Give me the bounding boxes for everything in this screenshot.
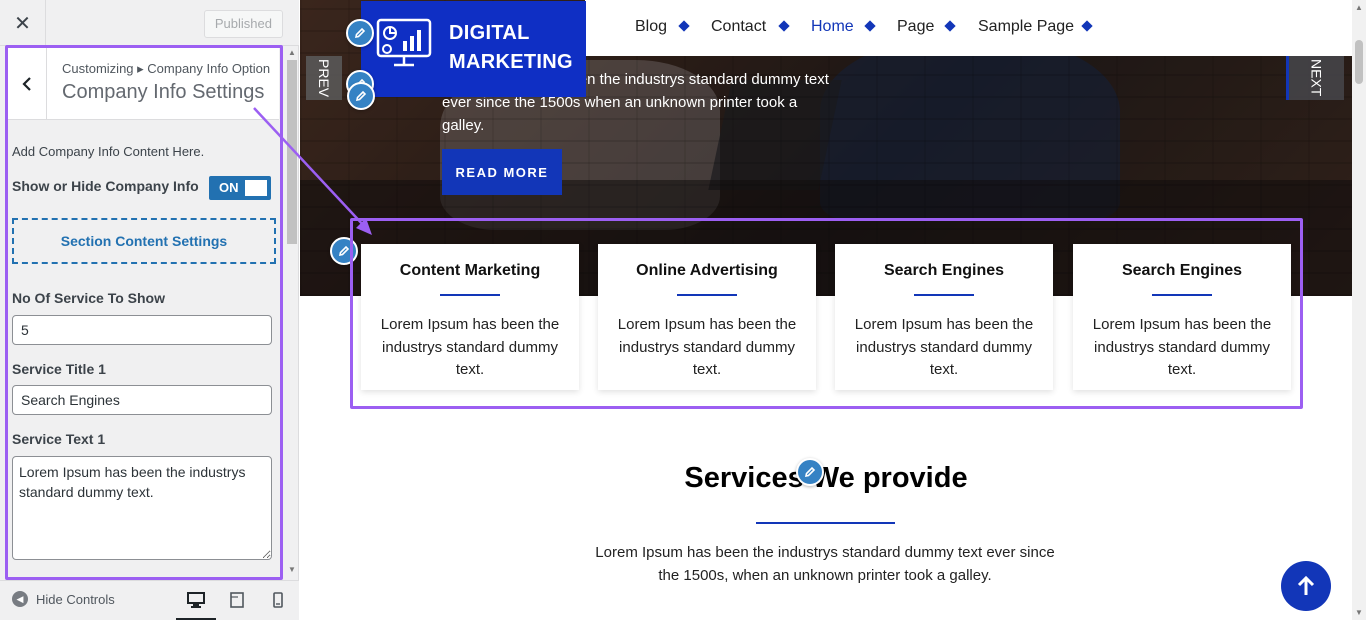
service-card-divider (914, 294, 974, 296)
services-divider (756, 522, 895, 524)
mobile-preview-button[interactable] (267, 589, 289, 611)
service-card-title: Search Engines (883, 262, 1005, 279)
logo-text: DIGITAL MARKETING (449, 19, 573, 77)
service-title-input[interactable] (12, 385, 272, 415)
back-to-top-button[interactable] (1281, 561, 1331, 611)
service-card-text: Lorem Ipsum has been the industrys stand… (617, 316, 797, 378)
preview-scrollbar[interactable]: ▲ ▼ (1352, 0, 1366, 620)
nav-separator-icon (944, 20, 956, 32)
site-preview: PREV NEXT Lorem Ipsum has been the indus… (300, 0, 1352, 620)
service-card-title: Content Marketing (399, 262, 541, 279)
nav-separator-icon (864, 20, 876, 32)
pencil-edit-icon (354, 27, 366, 39)
sidebar-scrollbar[interactable]: ▲ ▼ (286, 46, 298, 576)
logo-line-1: DIGITAL (449, 22, 530, 44)
sidebar-footer: ◀ Hide Controls (0, 580, 299, 620)
nav-item-sample-page[interactable]: Sample Page (978, 18, 1074, 36)
section-content-settings-button[interactable]: Section Content Settings (12, 218, 276, 264)
main-navigation: Blog Contact Home Page Sample Page (585, 0, 1352, 56)
nav-item-contact[interactable]: Contact (711, 18, 766, 36)
back-chevron-icon (21, 77, 31, 91)
logo-chart-icon (376, 18, 432, 67)
pencil-edit-icon (338, 245, 350, 257)
nav-separator-icon (678, 20, 690, 32)
service-card: Content Marketing Lorem Ipsum has been t… (361, 244, 579, 390)
arrow-up-icon (1297, 575, 1315, 595)
service-card-title: Online Advertising (636, 262, 778, 279)
desktop-preview-button[interactable] (185, 589, 207, 611)
mobile-icon (273, 592, 283, 608)
customizer-sidebar: ✕ Published Customizing ▸ Company Info O… (0, 0, 299, 620)
sidebar-header: ✕ Published (0, 0, 299, 46)
site-logo[interactable]: DIGITAL MARKETING (361, 1, 586, 97)
service-card: Online Advertising Lorem Ipsum has been … (598, 244, 816, 390)
service-title-label: Service Title 1 (12, 361, 106, 377)
scroll-down-arrow-icon[interactable]: ▼ (1355, 608, 1363, 617)
service-card: Search Engines Lorem Ipsum has been the … (835, 244, 1053, 390)
service-count-input[interactable] (12, 315, 272, 345)
hide-controls-icon: ◀ (12, 591, 28, 607)
published-button[interactable]: Published (203, 10, 283, 38)
nav-separator-icon (1081, 20, 1093, 32)
edit-slider-text-button[interactable] (347, 82, 375, 110)
pencil-edit-icon (804, 466, 816, 478)
service-card-title: Search Engines (1121, 262, 1243, 279)
close-icon: ✕ (14, 11, 31, 35)
desktop-icon (187, 592, 205, 608)
scroll-down-arrow-icon[interactable]: ▼ (288, 565, 296, 574)
preview-scroll-thumb[interactable] (1355, 40, 1363, 84)
nav-item-home[interactable]: Home (811, 18, 854, 36)
service-card-text: Lorem Ipsum has been the industrys stand… (380, 316, 560, 378)
close-customizer-button[interactable]: ✕ (0, 0, 46, 46)
scroll-up-arrow-icon[interactable]: ▲ (1355, 3, 1363, 12)
read-more-button[interactable]: READ MORE (442, 149, 562, 195)
logo-line-2: MARKETING (449, 51, 573, 73)
toggle-knob (245, 180, 267, 196)
show-company-info-toggle[interactable]: ON (209, 176, 271, 200)
edit-services-button[interactable] (796, 458, 824, 486)
nav-item-blog[interactable]: Blog (635, 18, 667, 36)
service-card-divider (1152, 294, 1212, 296)
breadcrumb: Customizing ▸ Company Info Option (62, 61, 271, 76)
service-card-text: Lorem Ipsum has been the industrys stand… (854, 316, 1034, 378)
panel-title: Company Info Settings (62, 81, 265, 103)
services-description: Lorem Ipsum has been the industrys stand… (595, 544, 1055, 584)
nav-item-page[interactable]: Page (897, 18, 934, 36)
service-card-divider (677, 294, 737, 296)
sidebar-scroll-thumb[interactable] (287, 60, 297, 244)
slider-prev-button[interactable]: PREV (306, 56, 342, 100)
pencil-edit-icon (355, 90, 367, 102)
service-card: Search Engines Lorem Ipsum has been the … (1073, 244, 1291, 390)
service-card-divider (440, 294, 500, 296)
services-heading: Services We provide (684, 462, 968, 494)
toggle-state: ON (219, 180, 239, 195)
hide-controls-label: Hide Controls (36, 591, 115, 607)
back-button[interactable] (7, 48, 47, 120)
hide-controls-button[interactable]: ◀ Hide Controls (12, 591, 115, 607)
toggle-label: Show or Hide Company Info (12, 178, 199, 194)
edit-logo-button[interactable] (346, 19, 374, 47)
slider-next-button[interactable]: NEXT (1286, 56, 1344, 100)
panel-description: Add Company Info Content Here. (12, 144, 205, 159)
service-text-textarea[interactable]: Lorem Ipsum has been the industrys stand… (12, 456, 272, 560)
tablet-preview-button[interactable] (226, 589, 248, 611)
nav-separator-icon (778, 20, 790, 32)
service-card-text: Lorem Ipsum has been the industrys stand… (1092, 316, 1272, 378)
service-count-label: No Of Service To Show (12, 290, 165, 306)
edit-company-info-button[interactable] (330, 237, 358, 265)
scroll-up-arrow-icon[interactable]: ▲ (288, 48, 296, 57)
panel-header: Customizing ▸ Company Info Option Compan… (7, 48, 279, 120)
customizer-root: ✕ Published Customizing ▸ Company Info O… (0, 0, 1366, 620)
tablet-icon (230, 592, 244, 608)
service-text-label: Service Text 1 (12, 431, 106, 447)
